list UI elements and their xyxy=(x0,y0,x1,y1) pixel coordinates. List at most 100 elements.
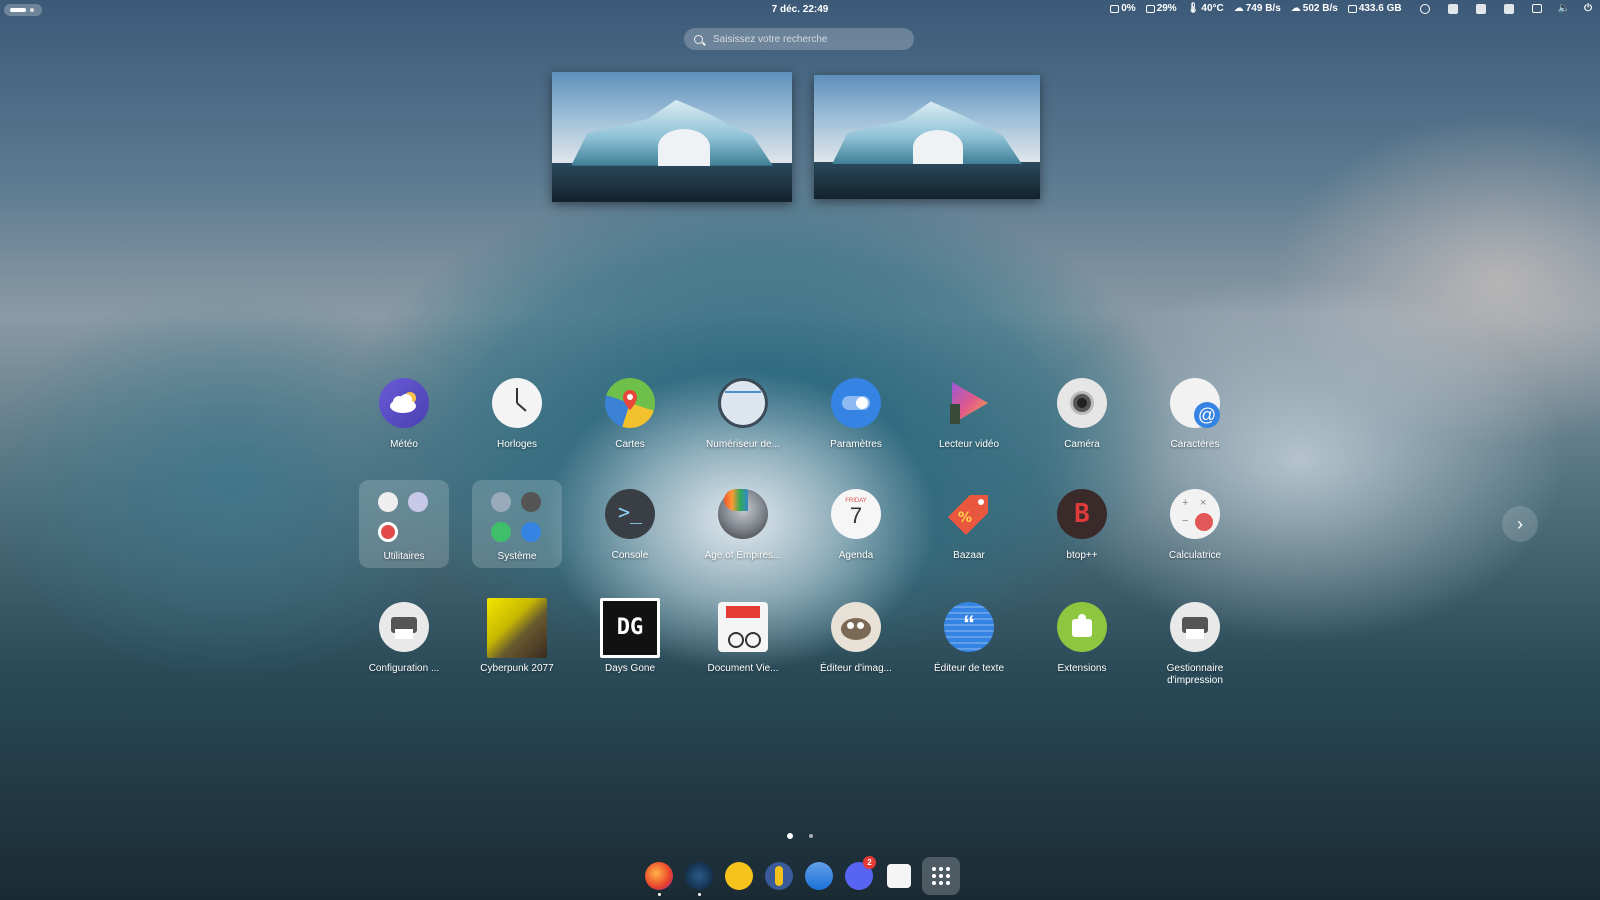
memory-value: 29% xyxy=(1156,3,1177,14)
app-label: Numériseur de... xyxy=(706,439,780,450)
times-glyph: × xyxy=(1200,497,1207,509)
app-label: Configuration ... xyxy=(368,663,440,674)
gimp-icon xyxy=(831,602,881,652)
document-header xyxy=(726,606,760,618)
app-bazaar[interactable]: % Bazaar xyxy=(914,485,1024,593)
next-page-button[interactable]: › xyxy=(1502,506,1538,542)
app-label: Console xyxy=(611,550,649,561)
show-apps-button[interactable] xyxy=(922,857,960,895)
workspace-thumbnail-1[interactable] xyxy=(552,72,792,202)
at-symbol-icon: @ xyxy=(1194,402,1220,428)
recorder-icon xyxy=(378,522,398,542)
power-icon[interactable]: ⏻ xyxy=(1584,3,1592,14)
app-age-of-empires[interactable]: Age of Empires... xyxy=(688,485,798,593)
search-bar[interactable] xyxy=(684,28,914,50)
wilber-eye xyxy=(847,622,854,629)
app-cyberpunk[interactable]: Cyberpunk 2077 xyxy=(462,598,572,706)
app-document-viewer[interactable]: Document Vie... xyxy=(688,598,798,706)
app-label: Caméra xyxy=(1064,439,1100,450)
discord-icon[interactable]: 2 xyxy=(845,856,876,890)
app-label: Document Vie... xyxy=(707,663,779,674)
warning-app-icon[interactable] xyxy=(765,862,793,890)
volume-icon[interactable]: 🔈 xyxy=(1558,3,1570,14)
search-input[interactable] xyxy=(711,32,905,46)
firefox-icon[interactable] xyxy=(645,862,673,890)
calculator-icon: + × − xyxy=(1170,489,1220,539)
plus-glyph: + xyxy=(1182,497,1189,509)
app-label: btop++ xyxy=(1066,550,1098,561)
app-label: Agenda xyxy=(838,550,874,561)
steam-icon[interactable] xyxy=(685,862,713,890)
memory-icon xyxy=(1145,4,1155,13)
disk-icon xyxy=(1347,4,1357,13)
maps-icon xyxy=(605,378,655,428)
glasses-left xyxy=(728,632,744,648)
cyberpunk-icon xyxy=(487,598,547,658)
folder-systeme[interactable]: Système xyxy=(462,480,572,588)
cloud-up-icon: ☁ xyxy=(1290,3,1301,14)
app-label: Système xyxy=(497,551,537,562)
app-image-editor[interactable]: Éditeur d'imag... xyxy=(801,598,911,706)
days-gone-icon: DG xyxy=(600,598,660,658)
app-agenda[interactable]: FRIDAY 7 Agenda xyxy=(801,485,911,593)
scan-line xyxy=(725,391,761,393)
plume xyxy=(724,489,748,511)
display-icon[interactable] xyxy=(1531,4,1542,13)
helmet-icon xyxy=(718,489,768,539)
page-indicator-active[interactable] xyxy=(787,833,793,839)
app-label: Cyberpunk 2077 xyxy=(480,663,554,674)
app-cartes[interactable]: Cartes xyxy=(575,374,685,482)
app-text-editor[interactable]: “ Éditeur de texte xyxy=(914,598,1024,706)
utility-icon-1 xyxy=(378,492,398,512)
video-player-icon xyxy=(944,378,994,428)
workspace-thumbnail-2[interactable] xyxy=(814,75,1040,199)
screenshot-icon[interactable] xyxy=(1503,3,1514,14)
app-parametres[interactable]: Paramètres xyxy=(801,374,911,482)
toggle-knob xyxy=(856,397,868,409)
flatpak-app-icon[interactable] xyxy=(887,864,911,888)
app-btop[interactable]: B btop++ xyxy=(1027,485,1137,593)
layout-icon[interactable] xyxy=(1475,3,1486,14)
camera-pupil xyxy=(1077,398,1087,408)
glasses-right xyxy=(745,632,761,648)
disk-value: 433.6 GB xyxy=(1358,3,1402,14)
chevron-right-icon: › xyxy=(1517,514,1523,534)
app-label: Gestionnaire xyxy=(1166,663,1224,674)
document-viewer-icon xyxy=(718,602,768,652)
app-horloges[interactable]: Horloges xyxy=(462,374,572,482)
app-lecteur-video[interactable]: Lecteur vidéo xyxy=(914,374,1024,482)
printer-paper xyxy=(395,629,413,639)
running-indicator xyxy=(698,893,701,896)
app-extensions[interactable]: Extensions xyxy=(1027,598,1137,706)
puzzle-icon xyxy=(1057,602,1107,652)
app-camera[interactable]: Caméra xyxy=(1027,374,1137,482)
app-label: Age of Empires... xyxy=(704,550,782,561)
app-label: Utilitaires xyxy=(383,551,425,562)
app-configuration[interactable]: Configuration ... xyxy=(349,598,459,706)
sync-icon[interactable] xyxy=(1419,3,1430,14)
app-days-gone[interactable]: DG Days Gone xyxy=(575,598,685,706)
btop-icon: B xyxy=(1057,489,1107,539)
app-caracteres[interactable]: @ Caractères xyxy=(1140,374,1250,482)
puzzle-knob xyxy=(1078,614,1086,622)
app-label: Bazaar xyxy=(953,550,985,561)
app-label: Extensions xyxy=(1057,663,1107,674)
calendar-icon: FRIDAY 7 xyxy=(831,489,881,539)
folder-utilitaires[interactable]: Utilitaires xyxy=(349,480,459,588)
app-numeriseur[interactable]: Numériseur de... xyxy=(688,374,798,482)
app-console[interactable]: >_ Console xyxy=(575,485,685,593)
app-meteo[interactable]: Météo xyxy=(349,374,459,482)
thermometer-icon: 🌡 xyxy=(1186,3,1200,14)
system-search-icon xyxy=(491,522,511,542)
download-value: 749 B/s xyxy=(1245,3,1281,14)
app-calculatrice[interactable]: + × − Calculatrice xyxy=(1140,485,1250,593)
app-print-manager[interactable]: Gestionnaire d'impression xyxy=(1140,598,1250,706)
discord-tray-icon[interactable] xyxy=(1447,3,1458,14)
system-icon-2 xyxy=(521,492,541,512)
equals-button-icon xyxy=(1195,513,1213,531)
status-area[interactable]: 0% 29% 🌡 40°C ☁ 749 B/s ☁ 502 B/s 433.6 GB … xyxy=(1110,3,1592,14)
page-indicator[interactable] xyxy=(809,834,813,838)
files-icon[interactable] xyxy=(805,862,833,890)
app-label: Lecteur vidéo xyxy=(938,439,1000,450)
games-launcher-icon[interactable] xyxy=(725,862,753,890)
